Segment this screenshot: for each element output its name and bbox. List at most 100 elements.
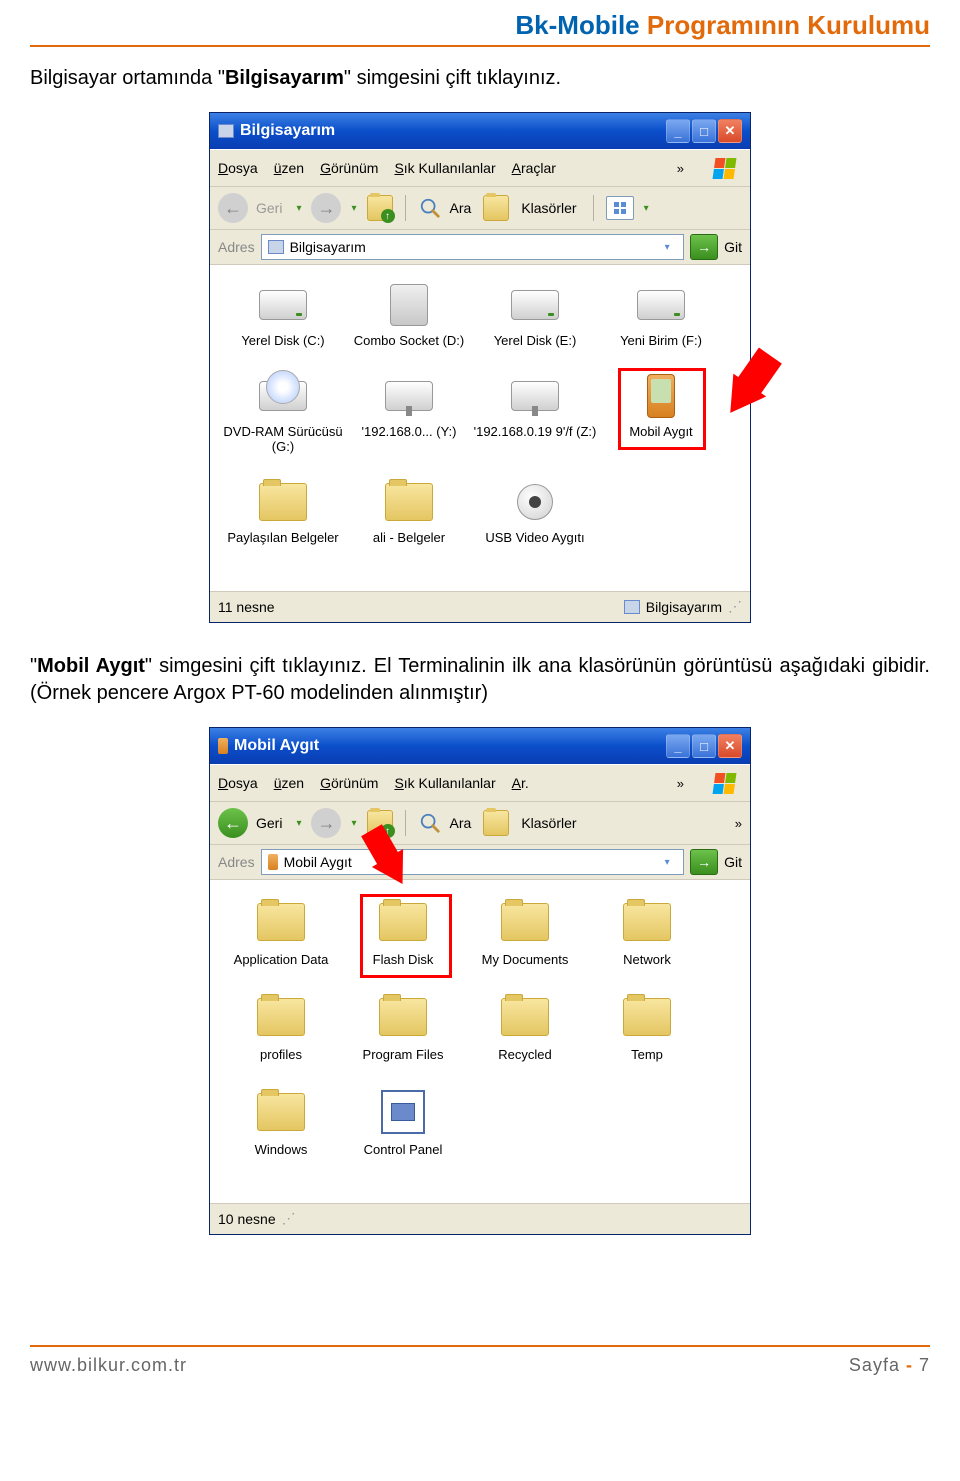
paragraph-2: "Mobil Aygıt" simgesini çift tıklayınız.… (30, 653, 930, 707)
netdrive-icon (511, 381, 559, 411)
address-dropdown-icon[interactable]: ▾ (657, 857, 677, 868)
statusbar: 10 nesne ⋰ (210, 1203, 750, 1234)
address-input[interactable]: Bilgisayarım ▾ (261, 234, 685, 260)
go-button[interactable]: → (690, 234, 718, 260)
folder-profiles[interactable]: profiles (220, 993, 342, 1062)
menu-gorunum[interactable]: Görünüm (320, 775, 378, 791)
menu-sik[interactable]: Sık Kullanılanlar (394, 775, 495, 791)
hdd-icon (637, 290, 685, 320)
menu-gorunum[interactable]: Görünüm (320, 160, 378, 176)
folder-recycled[interactable]: Recycled (464, 993, 586, 1062)
titlebar[interactable]: Bilgisayarım _ □ ✕ (210, 113, 750, 149)
windows-logo-icon (706, 154, 742, 182)
address-dropdown-icon[interactable]: ▾ (657, 242, 677, 253)
search-label[interactable]: Ara (450, 815, 472, 831)
folder-appdata[interactable]: Application Data (220, 898, 342, 967)
folder-temp[interactable]: Temp (586, 993, 708, 1062)
maximize-button[interactable]: □ (692, 734, 716, 758)
back-dropdown-icon[interactable]: ▾ (296, 818, 301, 829)
address-mycomputer-icon (268, 240, 284, 254)
go-label[interactable]: Git (724, 239, 742, 255)
folder-icon (501, 903, 549, 941)
minimize-button[interactable]: _ (666, 119, 690, 143)
back-button[interactable]: ← (218, 193, 248, 223)
maximize-button[interactable]: □ (692, 119, 716, 143)
titlebar-pda-icon (218, 738, 228, 754)
resize-grip-icon[interactable]: ⋰ (282, 1211, 296, 1227)
status-count: 11 nesne (218, 599, 275, 615)
content-pane[interactable]: Application Data Flash Disk My Documents… (210, 880, 750, 1203)
drive-e[interactable]: Yerel Disk (E:) (472, 283, 598, 348)
menu-ar[interactable]: Ar. (512, 775, 529, 791)
folder-mydocs[interactable]: My Documents (464, 898, 586, 967)
footer-url: www.bilkur.com.tr (30, 1355, 187, 1376)
view-dropdown-icon[interactable]: ▾ (644, 203, 649, 214)
menu-overflow-icon[interactable]: » (677, 776, 684, 791)
resize-grip-icon[interactable]: ⋰ (728, 599, 742, 615)
up-folder-button[interactable]: ↑ (367, 195, 393, 221)
page-header: Bk-Mobile Programının Kurulumu (30, 10, 930, 41)
forward-button[interactable]: → (311, 193, 341, 223)
address-value: Bilgisayarım (290, 239, 366, 255)
fwd-dropdown-icon[interactable]: ▾ (351, 818, 356, 829)
menu-dosya[interactable]: Dosya (218, 775, 258, 791)
netdrive-icon (385, 381, 433, 411)
folder-programfiles[interactable]: Program Files (342, 993, 464, 1062)
menu-dosya[interactable]: Dosya (218, 160, 258, 176)
ali-docs[interactable]: ali - Belgeler (346, 480, 472, 545)
shared-docs[interactable]: Paylaşılan Belgeler (220, 480, 346, 545)
control-panel[interactable]: Control Panel (342, 1088, 464, 1157)
drive-c[interactable]: Yerel Disk (C:) (220, 283, 346, 348)
mobile-aygit[interactable]: Mobil Aygıt (598, 374, 724, 454)
folders-label[interactable]: Klasörler (521, 200, 576, 216)
page-footer: www.bilkur.com.tr Sayfa - 7 (30, 1355, 930, 1376)
search-icon[interactable] (418, 811, 442, 835)
minimize-button[interactable]: _ (666, 734, 690, 758)
menu-duzen[interactable]: üzen (274, 775, 304, 791)
drive-d[interactable]: Combo Socket (D:) (346, 283, 472, 348)
address-input[interactable]: Mobil Aygıt ▾ (261, 849, 685, 875)
view-button[interactable] (606, 196, 634, 220)
folder-icon (623, 998, 671, 1036)
folder-flashdisk[interactable]: Flash Disk (342, 898, 464, 967)
folders-label[interactable]: Klasörler (521, 815, 576, 831)
toolbar-sep (405, 810, 406, 836)
folder-network[interactable]: Network (586, 898, 708, 967)
search-label[interactable]: Ara (450, 200, 472, 216)
content-pane[interactable]: Yerel Disk (C:) Combo Socket (D:) Yerel … (210, 265, 750, 591)
toolbar: ← Geri ▾ → ▾ ↑ Ara Klasörler ▾ (210, 186, 750, 229)
forward-button[interactable]: → (311, 808, 341, 838)
close-button[interactable]: ✕ (718, 119, 742, 143)
back-label: Geri (256, 815, 282, 831)
search-icon[interactable] (418, 196, 442, 220)
menu-araclar[interactable]: Araçlar (512, 160, 556, 176)
window-mobil-aygit: Mobil Aygıt _ □ ✕ Dosya üzen Görünüm Sık… (209, 727, 751, 1235)
folders-icon[interactable] (483, 810, 509, 836)
toolbar-sep (405, 195, 406, 221)
dvd-g[interactable]: DVD-RAM Sürücüsü (G:) (220, 374, 346, 454)
toolbar-overflow-icon[interactable]: » (735, 816, 742, 831)
titlebar[interactable]: Mobil Aygıt _ □ ✕ (210, 728, 750, 764)
drive-f[interactable]: Yeni Birim (F:) (598, 283, 724, 348)
back-dropdown-icon[interactable]: ▾ (296, 203, 301, 214)
menu-sik[interactable]: Sık Kullanılanlar (394, 160, 495, 176)
usb-video[interactable]: USB Video Aygıtı (472, 480, 598, 545)
footer-divider (30, 1345, 930, 1347)
fwd-dropdown-icon[interactable]: ▾ (351, 203, 356, 214)
footer-page: Sayfa - 7 (849, 1355, 930, 1376)
netdrive-y[interactable]: '192.168.0... (Y:) (346, 374, 472, 454)
folder-windows[interactable]: Windows (220, 1088, 342, 1157)
folder-icon (257, 1093, 305, 1131)
folders-icon[interactable] (483, 195, 509, 221)
menu-duzen[interactable]: üzen (274, 160, 304, 176)
toolbar-sep2 (593, 195, 594, 221)
titlebar-text: Bilgisayarım (240, 122, 335, 140)
netdrive-z[interactable]: '192.168.0.19 9'/f (Z:) (472, 374, 598, 454)
menu-overflow-icon[interactable]: » (677, 161, 684, 176)
status-location: Bilgisayarım (624, 599, 722, 615)
back-button[interactable]: ← (218, 808, 248, 838)
header-blue: Bk-Mobile (515, 10, 639, 40)
go-label[interactable]: Git (724, 854, 742, 870)
go-button[interactable]: → (690, 849, 718, 875)
close-button[interactable]: ✕ (718, 734, 742, 758)
